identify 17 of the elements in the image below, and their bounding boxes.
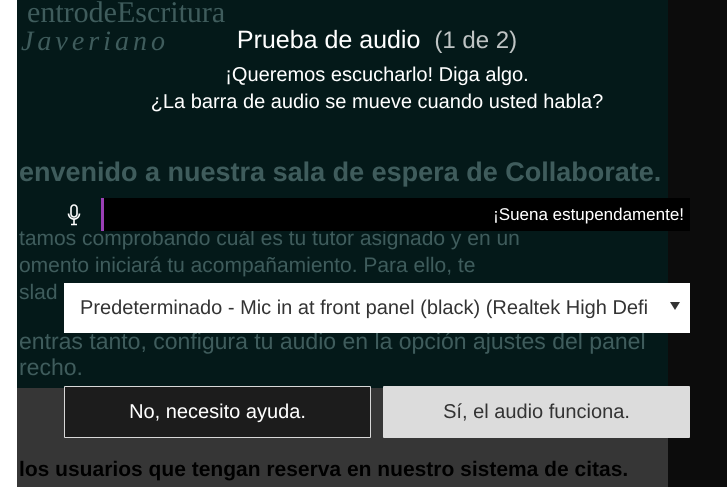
prompt-text: ¿La barra de audio se mueve cuando usted habla? xyxy=(150,90,604,115)
confirm-button[interactable]: Sí, el audio funciona. xyxy=(383,386,690,438)
step-counter: (1 de 2) xyxy=(434,26,518,56)
logo-subtitle: Javeriano xyxy=(21,26,169,58)
body-text: recho. xyxy=(19,354,83,380)
body-text: omento iniciará tu acompañamiento. Para ello, te xyxy=(19,253,476,279)
meter-message: ¡Suena estupendamente! xyxy=(493,204,684,226)
microphone-icon xyxy=(67,204,81,226)
body-text: slad xyxy=(19,280,58,306)
dialog-title: Prueba de audio xyxy=(236,25,420,55)
caret-icon xyxy=(670,302,680,310)
help-button[interactable]: No, necesito ayuda. xyxy=(64,386,371,438)
heading-text: envenido a nuestra sala de espera de Collaborate. xyxy=(19,157,662,187)
device-dropdown[interactable]: Predeterminado - Mic in at front panel (black) (Realtek High Defi xyxy=(64,283,690,333)
logo-text: entrodeEscritura xyxy=(27,0,226,26)
prompt-text: ¡Queremos escucharlo! Diga algo. xyxy=(225,63,529,88)
body-text: tamos comprobando cuál es tu tutor asignado y en un xyxy=(19,226,520,252)
